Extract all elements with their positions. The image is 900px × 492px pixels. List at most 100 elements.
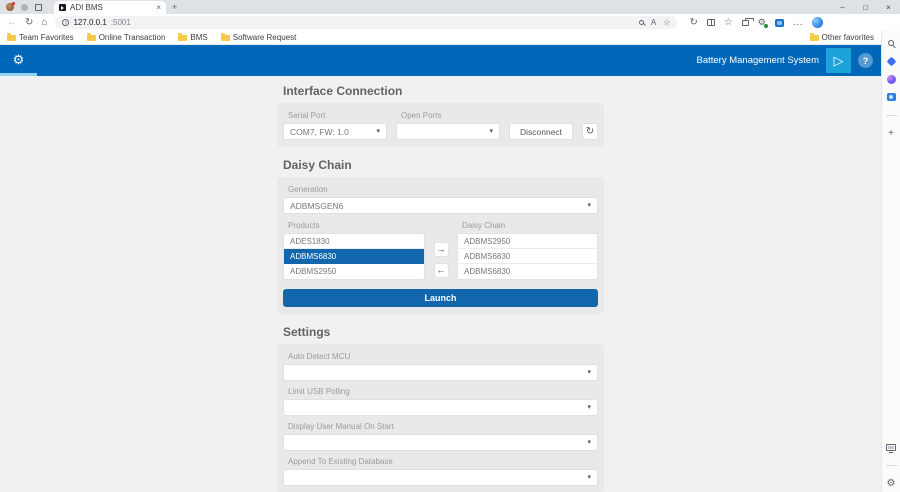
read-aloud-icon[interactable]: A	[651, 19, 656, 27]
other-favorites[interactable]: Other favorites	[810, 33, 874, 42]
bookmark-online-transaction[interactable]: Online Transaction	[87, 33, 166, 42]
home-icon[interactable]: ⌂	[41, 18, 47, 28]
product-item[interactable]: ADBMS6830	[284, 249, 424, 264]
bookmark-bms[interactable]: BMS	[178, 33, 207, 42]
gear-icon: ⚙	[13, 53, 25, 66]
url-host: 127.0.0.1	[73, 18, 106, 27]
settings-card: Auto Detect MCU ▾ Limit USB Polling ▾ Di…	[277, 344, 604, 492]
browser-toolbar: ← ↻ ⌂ i 127.0.0.1 :5001 A ☆ ↻ ☆ ⚙ …	[0, 14, 900, 31]
sidebar-tools-icon[interactable]	[886, 444, 896, 451]
help-button[interactable]: ?	[858, 53, 873, 68]
chevron-down-icon: ▾	[376, 128, 380, 135]
url-port: :5001	[111, 18, 131, 27]
generation-select[interactable]: ADBMSGEN6 ▾	[283, 197, 598, 214]
sidebar-divider	[886, 465, 897, 466]
tab-actions-icon[interactable]	[35, 4, 42, 11]
browser-tab[interactable]: ADI BMS ×	[54, 1, 166, 14]
daisy-chain-card: Generation ADBMSGEN6 ▾ Products ADES1830…	[277, 177, 604, 314]
address-bar[interactable]: i 127.0.0.1 :5001 A ☆	[55, 16, 677, 29]
arrow-right-icon: →	[437, 245, 446, 254]
folder-icon	[221, 35, 230, 41]
settings-title: Settings	[283, 325, 604, 339]
display-user-manual-select[interactable]: ▾	[283, 434, 598, 451]
chevron-down-icon: ▾	[587, 474, 591, 481]
tab-close-icon[interactable]: ×	[156, 4, 161, 12]
sidebar-app-icon[interactable]	[887, 75, 896, 84]
products-list: ADES1830 ADBMS6830 ADBMS2950	[283, 233, 425, 280]
append-database-label: Append To Existing Database	[288, 457, 598, 466]
generation-value: ADBMSGEN6	[290, 201, 343, 211]
display-user-manual-label: Display User Manual On Start	[288, 422, 598, 431]
adi-logo: ▷	[826, 48, 851, 73]
split-screen-icon[interactable]	[707, 19, 715, 26]
folder-icon	[810, 35, 819, 41]
generation-label: Generation	[288, 185, 598, 194]
serial-port-select[interactable]: COM7, FW: 1.0 ▾	[283, 123, 387, 140]
folder-icon	[178, 35, 187, 41]
interface-connection-title: Interface Connection	[283, 84, 604, 98]
collections-icon[interactable]	[742, 20, 749, 26]
settings-tab[interactable]: ⚙	[0, 45, 37, 76]
launch-button[interactable]: Launch	[283, 289, 598, 307]
bookmark-label: Software Request	[233, 33, 297, 42]
sidebar-shopping-icon[interactable]	[886, 56, 896, 66]
more-menu-icon[interactable]: …	[793, 18, 803, 28]
window-close-button[interactable]: ×	[877, 0, 900, 14]
bookmark-label: BMS	[190, 33, 207, 42]
copilot-icon[interactable]	[812, 17, 823, 28]
add-to-chain-button[interactable]: →	[434, 242, 449, 257]
app-title: Battery Management System	[697, 55, 820, 66]
zoom-icon[interactable]	[639, 20, 644, 25]
back-icon[interactable]: ←	[7, 18, 17, 28]
adi-favicon	[59, 4, 66, 11]
browser-titlebar: ADI BMS × + – □ ×	[0, 0, 900, 14]
append-database-select[interactable]: ▾	[283, 469, 598, 486]
open-ports-select[interactable]: ▾	[396, 123, 500, 140]
bookmark-team-favorites[interactable]: Team Favorites	[7, 33, 74, 42]
bookmark-label: Online Transaction	[99, 33, 166, 42]
sidebar-search-icon[interactable]	[888, 40, 894, 46]
arrow-left-icon: ←	[437, 266, 446, 275]
favorites-icon[interactable]: ☆	[724, 18, 733, 28]
bookmark-software-request[interactable]: Software Request	[221, 33, 297, 42]
products-label: Products	[288, 221, 425, 230]
chevron-down-icon: ▾	[587, 439, 591, 446]
sync-icon[interactable]: ↻	[689, 18, 697, 28]
window-minimize-button[interactable]: –	[831, 0, 854, 14]
auto-detect-mcu-select[interactable]: ▾	[283, 364, 598, 381]
site-info-icon[interactable]: i	[62, 19, 69, 26]
bms-page: ⚙ Battery Management System ▷ ? Interfac…	[0, 45, 881, 492]
play-icon: ▷	[834, 54, 844, 67]
refresh-icon[interactable]: ↻	[25, 18, 33, 28]
refresh-ports-button[interactable]: ↻	[582, 123, 598, 140]
edge-sidebar: + ⚙	[881, 31, 900, 492]
other-favorites-label: Other favorites	[822, 33, 874, 42]
chain-label: Daisy Chain	[462, 221, 598, 230]
sidebar-designer-icon[interactable]	[887, 93, 896, 101]
chain-item[interactable]: ADBMS2950	[458, 234, 597, 249]
workspaces-icon[interactable]	[21, 4, 28, 11]
remove-from-chain-button[interactable]: ←	[434, 263, 449, 278]
chain-item[interactable]: ADBMS6830	[458, 249, 597, 264]
sidebar-settings-icon[interactable]: ⚙	[887, 478, 896, 489]
favorite-star-icon[interactable]: ☆	[663, 19, 670, 27]
browser-essentials-icon[interactable]: ⚙	[758, 18, 766, 27]
sidebar-add-icon[interactable]: +	[888, 128, 894, 139]
disconnect-button[interactable]: Disconnect	[509, 123, 573, 140]
profile-avatar[interactable]	[6, 3, 14, 11]
product-item[interactable]: ADES1830	[284, 234, 424, 249]
chain-item[interactable]: ADBMS6830	[458, 264, 597, 279]
open-ports-label: Open Ports	[401, 111, 500, 120]
limit-usb-polling-select[interactable]: ▾	[283, 399, 598, 416]
web-capture-icon[interactable]	[775, 19, 784, 27]
folder-icon	[87, 35, 96, 41]
folder-icon	[7, 35, 16, 41]
serial-port-value: COM7, FW: 1.0	[290, 127, 349, 137]
window-maximize-button[interactable]: □	[854, 0, 877, 14]
chevron-down-icon: ▾	[489, 128, 493, 135]
sidebar-divider	[886, 115, 897, 116]
tab-title: ADI BMS	[70, 3, 152, 12]
new-tab-button[interactable]: +	[172, 2, 177, 12]
refresh-icon: ↻	[586, 126, 594, 137]
product-item[interactable]: ADBMS2950	[284, 264, 424, 279]
